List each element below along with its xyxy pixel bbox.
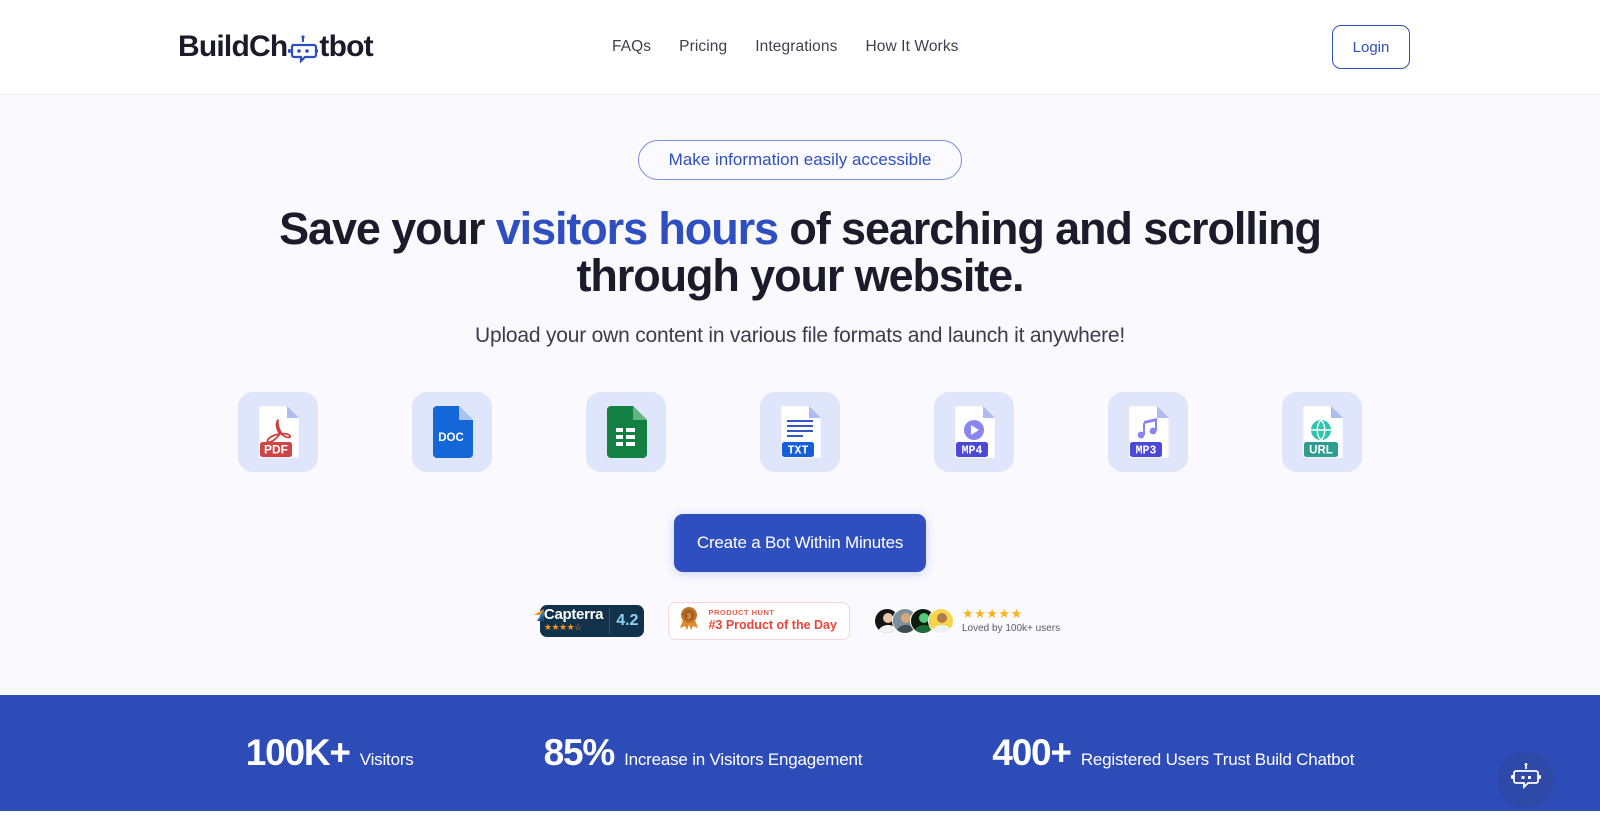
medal-icon: 3 bbox=[678, 605, 700, 636]
capterra-stars: ★★★★☆ bbox=[543, 622, 582, 633]
robot-chat-icon bbox=[1510, 762, 1542, 798]
headline-highlight: visitors hours bbox=[495, 203, 779, 254]
login-button[interactable]: Login bbox=[1332, 25, 1410, 69]
file-tile-url[interactable]: URL bbox=[1282, 391, 1362, 472]
stat-number: 100K+ bbox=[245, 732, 351, 773]
loved-by-label: Loved by 100k+ users bbox=[961, 622, 1061, 634]
logo-text: BuildCh tbot bbox=[178, 30, 374, 64]
file-tile-mp4[interactable]: MP4 bbox=[934, 391, 1014, 472]
sheet-file-icon bbox=[603, 404, 649, 460]
doc-file-icon: DOC bbox=[429, 404, 475, 460]
capterra-badge[interactable]: Capterra ★★★★☆ 4.2 bbox=[533, 604, 645, 637]
mp3-file-icon: MP3 bbox=[1125, 404, 1171, 460]
loved-by-users-group[interactable]: ★★★★★ Loved by 100k+ users bbox=[873, 606, 1061, 634]
logo[interactable]: BuildCh tbot bbox=[178, 27, 374, 67]
capterra-name: Capterra bbox=[543, 606, 604, 624]
svg-text:TXT: TXT bbox=[788, 444, 809, 457]
svg-text:MP3: MP3 bbox=[1136, 444, 1157, 457]
capterra-divider bbox=[609, 607, 611, 634]
nav-item-how-it-works[interactable]: How It Works bbox=[865, 38, 958, 56]
product-hunt-texts: PRODUCT HUNT #3 Product of the Day bbox=[708, 609, 837, 632]
loved-by-texts: ★★★★★ Loved by 100k+ users bbox=[961, 606, 1061, 634]
stat-number: 85% bbox=[543, 732, 616, 773]
stat-registered-users: 400+ Registered Users Trust Build Chatbo… bbox=[992, 732, 1354, 774]
svg-text:DOC: DOC bbox=[438, 432, 464, 444]
stat-label: Registered Users Trust Build Chatbot bbox=[1080, 750, 1355, 769]
svg-text:URL: URL bbox=[1309, 444, 1333, 456]
capterra-name-stars: Capterra ★★★★☆ bbox=[543, 606, 604, 633]
create-bot-button[interactable]: Create a Bot Within Minutes bbox=[674, 513, 926, 572]
logo-text-before: BuildCh bbox=[178, 30, 288, 63]
chat-widget-launcher[interactable] bbox=[1498, 752, 1554, 808]
rating-stars: ★★★★★ bbox=[961, 606, 1023, 622]
file-format-list: PDF DOC TXT MP4 MP3 URL bbox=[238, 391, 1362, 472]
svg-text:PDF: PDF bbox=[264, 442, 288, 456]
avatar bbox=[927, 607, 954, 634]
robot-icon bbox=[288, 35, 319, 63]
file-tile-txt[interactable]: TXT bbox=[760, 391, 840, 472]
file-tile-mp3[interactable]: MP3 bbox=[1108, 391, 1188, 472]
social-proof-badges: Capterra ★★★★☆ 4.2 3 PRODUCT HUNT #3 Pro… bbox=[533, 601, 1061, 640]
url-file-icon: URL bbox=[1299, 404, 1345, 460]
stat-number: 400+ bbox=[992, 732, 1072, 773]
product-hunt-label: PRODUCT HUNT bbox=[708, 608, 775, 618]
capterra-score: 4.2 bbox=[616, 611, 639, 629]
txt-file-icon: TXT bbox=[777, 404, 823, 460]
svg-text:MP4: MP4 bbox=[962, 444, 983, 457]
svg-text:3: 3 bbox=[687, 612, 691, 621]
logo-text-after: tbot bbox=[319, 30, 373, 63]
stat-engagement: 85% Increase in Visitors Engagement bbox=[544, 732, 863, 774]
pdf-file-icon: PDF bbox=[255, 404, 301, 460]
stats-band: 100K+ Visitors 85% Increase in Visitors … bbox=[0, 695, 1600, 811]
product-hunt-badge[interactable]: 3 PRODUCT HUNT #3 Product of the Day bbox=[668, 601, 850, 640]
page-title: Save your visitors hours of searching an… bbox=[235, 203, 1365, 300]
product-hunt-rank: #3 Product of the Day bbox=[708, 617, 837, 632]
mp4-file-icon: MP4 bbox=[951, 404, 997, 460]
hero-section: Make information easily accessible Save … bbox=[0, 95, 1600, 695]
hero-subtitle: Upload your own content in various file … bbox=[475, 323, 1125, 347]
file-tile-sheet[interactable] bbox=[586, 391, 666, 472]
main-navigation: FAQs Pricing Integrations How It Works bbox=[612, 38, 959, 56]
site-header: BuildCh tbot FAQs Pricing Integrations H… bbox=[0, 0, 1600, 95]
avatar-stack bbox=[873, 607, 954, 634]
capterra-flag-icon bbox=[533, 606, 549, 629]
stat-label: Visitors bbox=[359, 750, 414, 769]
file-tile-pdf[interactable]: PDF bbox=[238, 391, 318, 472]
headline-part-1: Save your bbox=[279, 203, 496, 254]
file-tile-doc[interactable]: DOC bbox=[412, 391, 492, 472]
nav-item-pricing[interactable]: Pricing bbox=[679, 38, 727, 56]
tagline-badge[interactable]: Make information easily accessible bbox=[637, 140, 963, 180]
stat-label: Increase in Visitors Engagement bbox=[624, 750, 863, 769]
stat-visitors: 100K+ Visitors bbox=[246, 732, 414, 774]
nav-item-integrations[interactable]: Integrations bbox=[755, 38, 837, 56]
nav-item-faqs[interactable]: FAQs bbox=[612, 38, 651, 56]
